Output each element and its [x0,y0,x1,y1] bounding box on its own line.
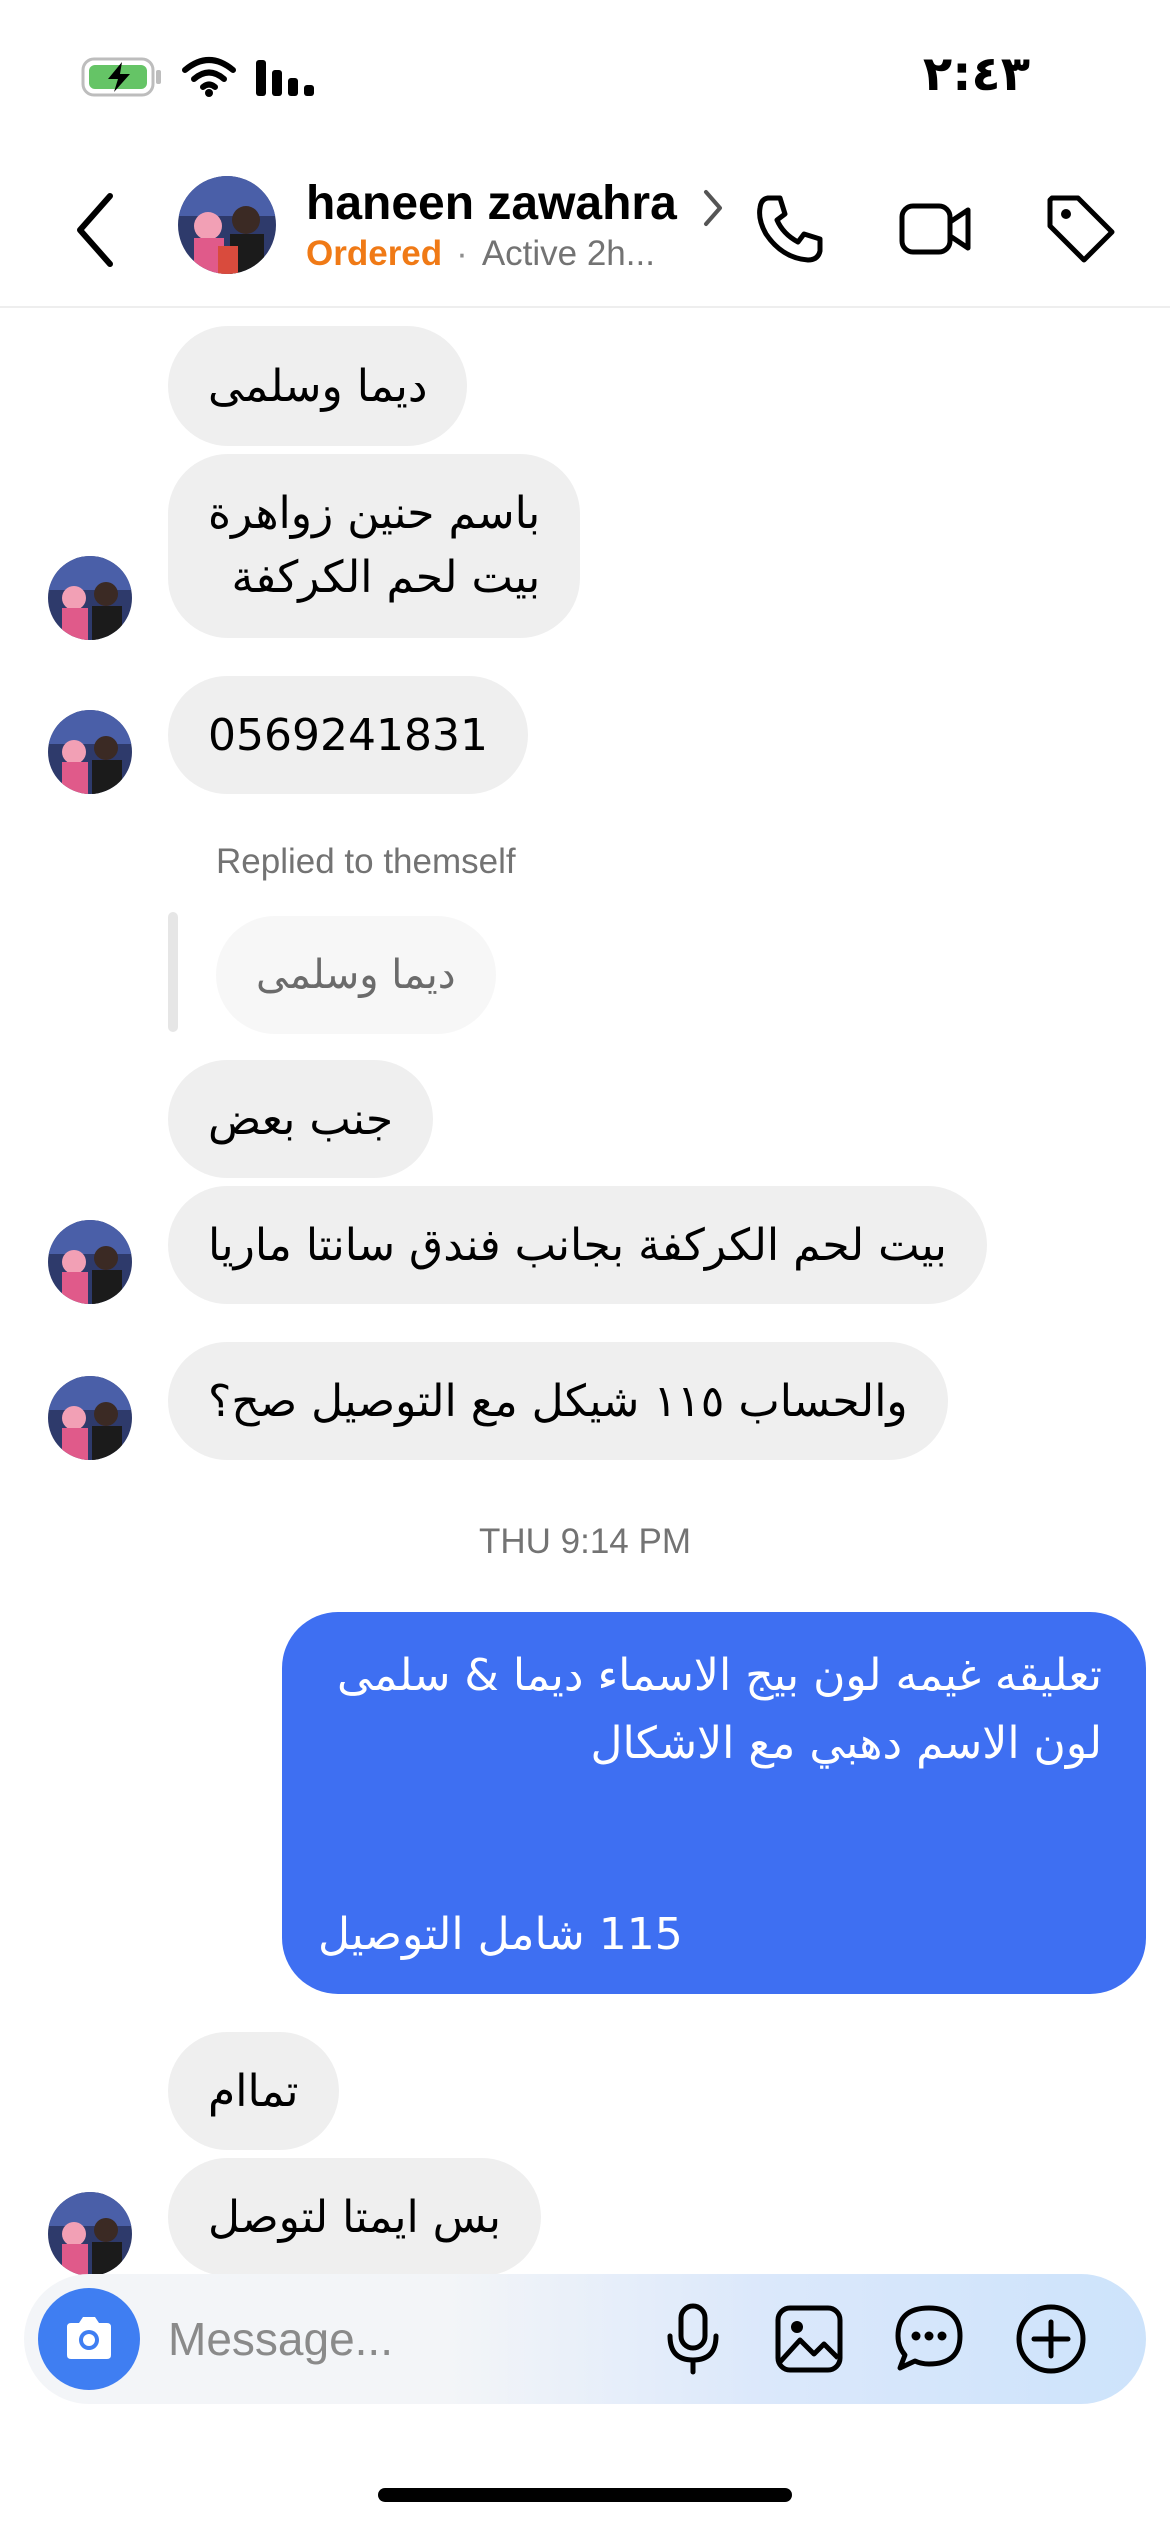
sender-avatar[interactable] [48,2192,132,2276]
message-text: بيت لحم الكركفة بجانب فندق سانتا ماريا [208,1219,947,1271]
message-bubble[interactable]: باسم حنين زواهرة بيت لحم الكركفة [168,454,581,638]
wifi-icon [182,57,236,97]
quoted-message[interactable]: ديما وسلمى [216,916,496,1034]
chevron-right-icon[interactable] [700,188,726,228]
message-bubble[interactable]: 0569241831 [168,676,528,794]
message-bubble[interactable]: ديما وسلمى [168,326,468,446]
message-text-line: بيت لحم الكركفة [231,552,541,603]
quoted-message-text: ديما وسلمى [256,952,456,998]
order-status-label: Ordered [306,234,443,273]
chevron-left-icon[interactable] [70,190,120,270]
sender-avatar[interactable] [48,1220,132,1304]
battery-icon [81,57,161,97]
video-camera-icon[interactable] [896,190,974,268]
avatar[interactable] [178,176,276,274]
message-text-line: 115 شامل التوصيل [318,1909,683,1960]
image-icon[interactable] [770,2300,848,2378]
message-text: جنب بعض [208,1093,394,1145]
message-text: والحساب ١١٥ شيكل مع التوصيل صح؟ [208,1375,908,1427]
home-indicator[interactable] [378,2488,792,2502]
message-text: بس ايمتا لتوصل [208,2191,502,2243]
message-timestamp: THU 9:14 PM [479,1522,691,1561]
cellular-signal-icon [256,60,314,96]
message-bubble[interactable]: بس ايمتا لتوصل [168,2158,542,2276]
message-bubble[interactable]: تماام [168,2032,339,2150]
message-text: ديما وسلمى [208,360,428,412]
sender-avatar[interactable] [48,556,132,640]
message-text: 0569241831 [208,709,488,761]
plus-circle-icon[interactable] [1012,2300,1090,2378]
message-composer [24,2274,1146,2404]
contact-subtitle: Ordered · Active 2h... [306,234,655,274]
sent-message-bubble[interactable]: تعليقه غيمه لون بيج الاسماء ديما & سلمى … [282,1612,1146,1994]
message-text-line: تعليقه غيمه لون بيج الاسماء ديما & سلمى [336,1650,1102,1701]
sender-avatar[interactable] [48,710,132,794]
contact-name[interactable]: haneen zawahra [306,176,677,231]
chat-header: haneen zawahra Ordered · Active 2h... [0,150,1170,308]
tag-icon[interactable] [1042,190,1120,268]
separator: · [456,234,468,273]
message-text: تماام [208,2065,299,2117]
active-status: Active 2h... [481,234,655,273]
message-bubble[interactable]: جنب بعض [168,1060,434,1178]
status-bar: ٢:٤٣ [0,0,1170,150]
reply-note: Replied to themself [216,842,516,881]
message-text-line: باسم حنين زواهرة [208,488,541,539]
camera-button[interactable] [38,2288,140,2390]
message-bubble[interactable]: بيت لحم الكركفة بجانب فندق سانتا ماريا [168,1186,987,1304]
microphone-icon[interactable] [654,2300,732,2378]
chat-bubble-icon[interactable] [890,2300,968,2378]
message-text-line: لون الاسم دهبي مع الاشكال [590,1718,1102,1769]
message-input[interactable] [168,2304,638,2374]
status-time: ٢:٤٣ [922,46,1030,102]
phone-icon[interactable] [752,190,830,268]
message-bubble[interactable]: والحساب ١١٥ شيكل مع التوصيل صح؟ [168,1342,948,1460]
reply-indicator-bar [168,912,178,1032]
camera-icon [67,2317,111,2359]
sender-avatar[interactable] [48,1376,132,1460]
